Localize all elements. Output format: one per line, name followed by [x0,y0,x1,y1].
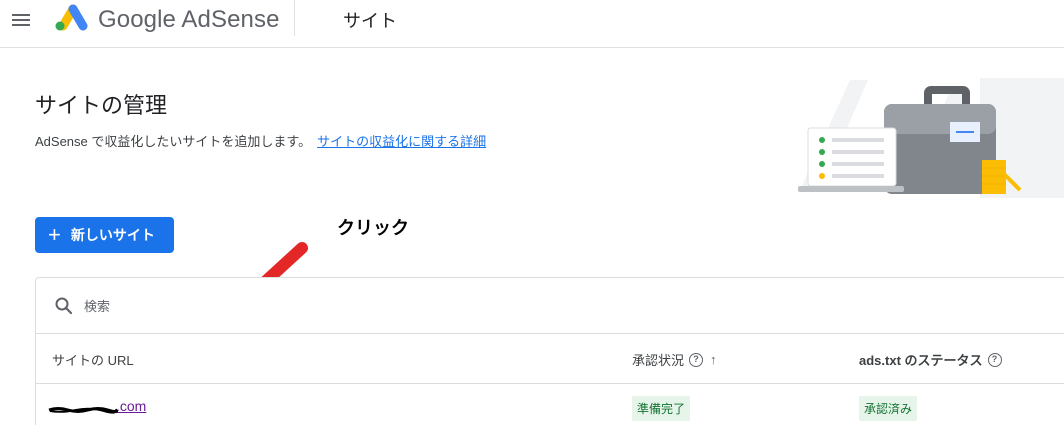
top-app-bar: Google AdSense サイト [0,0,1064,48]
site-url-cell: .com [48,398,146,414]
status-badge: 準備完了 [632,396,691,421]
menu-icon[interactable] [10,10,34,32]
sites-table-card: サイトの URL 承認状況 ? ↑ ads.txt のステータス ? .com … [35,277,1064,425]
search-bar [36,278,1064,334]
ads-txt-cell: 承認済み [859,396,918,421]
section-title: サイト [343,11,397,31]
column-header-ads-txt-label: ads.txt のステータス [859,353,983,368]
site-url-link[interactable]: .com [48,398,146,414]
sort-arrow-icon[interactable]: ↑ [710,352,717,367]
status-badge: 承認済み [859,396,918,421]
table-header-row: サイトの URL 承認状況 ? ↑ ads.txt のステータス ? [36,334,1064,384]
plus-icon: + [48,222,61,247]
column-header-ads-txt[interactable]: ads.txt のステータス ? [859,350,1002,369]
site-url-text: .com [116,398,147,414]
page-description: AdSense で収益化したいサイトを追加します。 サイトの収益化に関する詳細 [35,131,486,150]
help-icon[interactable]: ? [689,352,704,367]
approval-cell: 準備完了 [632,396,691,421]
header-illustration [798,78,1064,198]
search-input[interactable] [84,294,484,318]
redaction-scribble [48,407,118,414]
adsense-logo-icon [55,4,88,31]
topbar-divider [294,0,295,36]
column-header-approval-label: 承認状況 [632,353,685,368]
table-row: .com 準備完了 承認済み [36,384,1064,425]
monetization-details-link[interactable]: サイトの収益化に関する詳細 [317,134,486,149]
page-title: サイトの管理 [35,93,168,118]
annotation-label: クリック [337,218,409,238]
help-icon[interactable]: ? [987,352,1002,367]
column-header-url[interactable]: サイトの URL [52,350,134,369]
search-icon [55,297,73,315]
column-header-approval[interactable]: 承認状況 ? ↑ [632,350,717,369]
brand-name: Google AdSense [98,6,280,33]
description-text: AdSense で収益化したいサイトを追加します。 [35,134,312,149]
